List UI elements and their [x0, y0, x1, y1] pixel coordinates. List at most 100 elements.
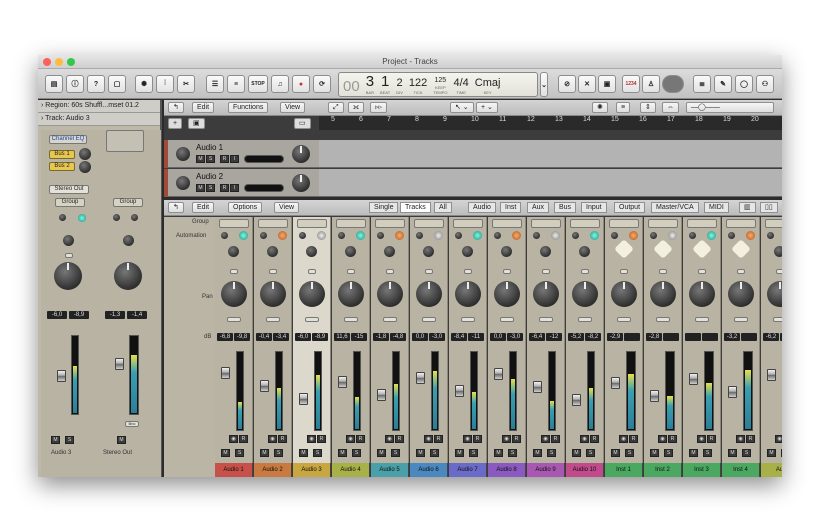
mute-button[interactable]: M — [416, 449, 425, 457]
inspector-icon[interactable]: ⓘ — [66, 75, 84, 93]
input-monitor-button[interactable]: ◉ — [346, 435, 355, 443]
bus1-send-knob[interactable] — [79, 148, 91, 160]
input-monitor-button[interactable]: ◉ — [463, 435, 472, 443]
automation-knob[interactable] — [767, 232, 774, 239]
mixer-options-menu[interactable]: Options — [228, 202, 263, 213]
solo-button[interactable]: S — [274, 449, 283, 457]
channel-name-label[interactable]: Audio 5 — [371, 463, 409, 477]
volume-value[interactable]: -6,2 — [763, 333, 779, 341]
global-tracks-icon[interactable]: ▭ — [294, 118, 311, 129]
group-slot[interactable] — [414, 219, 444, 228]
back-icon[interactable]: ↰ — [168, 102, 184, 113]
record-enable-button[interactable]: R — [551, 435, 560, 443]
solo-button[interactable]: S — [352, 449, 361, 457]
track-record[interactable]: R — [220, 184, 229, 192]
channel-strip[interactable]: -6,2◉RMS — [761, 217, 782, 463]
volume-value[interactable]: 0,0 — [490, 333, 506, 341]
track-name[interactable]: Audio 1 — [196, 143, 223, 152]
volume-value[interactable]: -3,2 — [724, 333, 740, 341]
list-editors-icon[interactable]: ☰ — [206, 75, 224, 93]
automation-mode-icon[interactable] — [668, 231, 677, 240]
mute-button[interactable]: M — [494, 449, 503, 457]
notepad-icon[interactable]: ≡ — [227, 75, 245, 93]
automation-mode-icon[interactable] — [707, 231, 716, 240]
volume-fader[interactable] — [260, 380, 269, 392]
volume-fader[interactable] — [767, 369, 776, 381]
master-volume-slider[interactable] — [662, 75, 684, 93]
mode-all[interactable]: All — [434, 202, 452, 213]
automation-knob[interactable] — [650, 232, 657, 239]
record-enable-button[interactable]: R — [356, 435, 365, 443]
track-header-row[interactable]: Audio 1 M S R I — [164, 140, 319, 168]
mute-button[interactable]: M — [611, 449, 620, 457]
channel-strip[interactable]: -3,2 ◉ R M S — [722, 217, 760, 463]
group-slot[interactable] — [648, 219, 678, 228]
channel-name-label[interactable]: Inst 1 — [605, 463, 643, 477]
pan-knob[interactable] — [611, 281, 637, 307]
tuner-icon[interactable]: ⊘ — [558, 75, 576, 93]
mute-button[interactable]: M — [767, 449, 776, 457]
mode-tracks[interactable]: Tracks — [400, 202, 431, 213]
group-slot[interactable] — [336, 219, 366, 228]
volume-value[interactable] — [685, 333, 701, 341]
tracks-view-menu[interactable]: View — [280, 102, 306, 113]
pan-knob[interactable] — [728, 281, 754, 307]
automation-knob[interactable] — [377, 232, 384, 239]
mute-button[interactable]: M — [728, 449, 737, 457]
input-monitor-button[interactable]: ◉ — [697, 435, 706, 443]
mute-button[interactable]: M — [338, 449, 347, 457]
help-icon[interactable]: ? — [87, 75, 105, 93]
automation-knob[interactable] — [611, 232, 618, 239]
input-monitor-button[interactable]: ◉ — [307, 435, 316, 443]
channel-name-label[interactable]: Audio 4 — [332, 463, 370, 477]
channel-strip[interactable]: -2,8 ◉ R M S — [644, 217, 682, 463]
volume-value[interactable]: -0,4 — [256, 333, 272, 341]
volume-value[interactable]: -5,2 — [568, 333, 584, 341]
volume-fader[interactable] — [416, 372, 425, 384]
input-monitor-button[interactable]: ◉ — [502, 435, 511, 443]
pan-knob[interactable] — [689, 281, 715, 307]
input-monitor-button[interactable]: ◉ — [541, 435, 550, 443]
waveform-zoom-icon[interactable]: ≡ — [616, 102, 631, 113]
instrument-plugin-icon[interactable] — [653, 239, 673, 259]
bus1-send[interactable]: Bus 1 — [49, 150, 75, 159]
pan-knob[interactable] — [572, 281, 598, 307]
volume-value[interactable]: -8,4 — [451, 333, 467, 341]
catch-icon[interactable]: ⤢ — [328, 102, 344, 113]
record-enable-button[interactable]: R — [746, 435, 755, 443]
pencil-tool-icon[interactable]: + ⌄ — [476, 102, 498, 113]
volume-value[interactable]: -1,8 — [373, 333, 389, 341]
record-enable-button[interactable]: R — [668, 435, 677, 443]
settings-icon[interactable]: ✺ — [592, 102, 608, 113]
record-enable-button[interactable]: R — [278, 435, 287, 443]
volume-fader[interactable] — [533, 381, 542, 393]
mute-button[interactable]: M — [533, 449, 542, 457]
loop-browser-icon[interactable]: ◯ — [735, 75, 753, 93]
volume-fader[interactable] — [57, 370, 66, 382]
record-enable-button[interactable]: R — [239, 435, 248, 443]
browser-icon[interactable]: ⚇ — [756, 75, 774, 93]
volume-fader[interactable] — [689, 373, 698, 385]
automation-mode-icon[interactable] — [746, 231, 755, 240]
library-icon[interactable]: ▤ — [45, 75, 63, 93]
volume-fader[interactable] — [494, 368, 503, 380]
channel-strip[interactable]: -1,8 -4,8 ◉ R M S — [371, 217, 409, 463]
channel-strip[interactable]: ◉ R M S — [683, 217, 721, 463]
lcd-menu-chevron-icon[interactable]: ⌄ — [540, 72, 548, 97]
volume-value[interactable]: -6,4 — [529, 333, 545, 341]
channel-name-label[interactable]: Inst 2 — [644, 463, 682, 477]
bus2-send-knob[interactable] — [79, 161, 91, 173]
track-lane[interactable] — [319, 140, 782, 168]
solo-button[interactable]: S — [781, 449, 782, 457]
region-header[interactable]: › Region: 60s Shuffl...mset 01.2 — [38, 100, 160, 113]
input-knob[interactable] — [306, 246, 317, 257]
editors-icon[interactable]: ✂ — [177, 75, 195, 93]
group-slot[interactable] — [453, 219, 483, 228]
toolbar-icon[interactable]: ▢ — [108, 75, 126, 93]
solo-button[interactable]: S — [313, 449, 322, 457]
group-slot[interactable] — [258, 219, 288, 228]
zoom-slider[interactable]: —◯—— — [686, 102, 774, 113]
channel-name-label[interactable]: Inst 3 — [683, 463, 721, 477]
pointer-tool-icon[interactable]: ↖ ⌄ — [450, 102, 474, 113]
filter-bus[interactable]: Bus — [554, 202, 577, 213]
